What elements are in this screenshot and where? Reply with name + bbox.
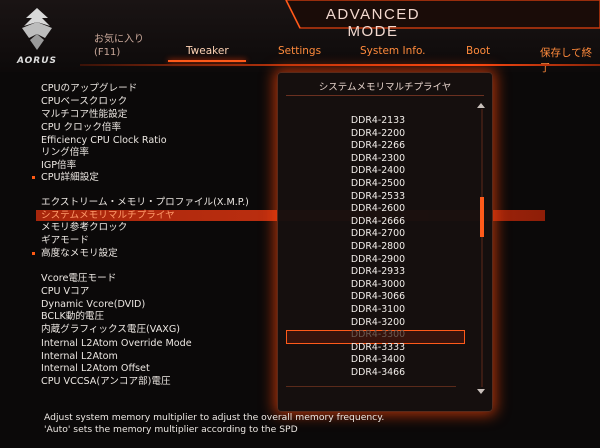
menu-item-cpu-upgrade[interactable]: CPUのアップグレード <box>41 82 137 95</box>
memory-option-item[interactable]: DDR4-3066 <box>278 291 478 303</box>
submenu-bullet-icon <box>32 252 35 255</box>
memory-option-item[interactable]: DDR4-2900 <box>278 254 478 266</box>
memory-option-item[interactable]: DDR4-2400 <box>278 165 478 177</box>
popup-title: システムメモリマルチプライヤ <box>318 82 452 93</box>
memory-option-item[interactable]: DDR4-2600 <box>278 203 478 215</box>
menu-item-memory-ref-clock[interactable]: メモリ参考クロック <box>41 221 127 234</box>
active-tab-indicator <box>168 60 246 62</box>
help-text: Adjust system memory multiplier to adjus… <box>44 412 384 436</box>
tab-system-info[interactable]: System Info. <box>360 45 426 57</box>
memory-option-item[interactable]: DDR4-3200 <box>278 317 478 329</box>
menu-item-cpu-vccsa-voltage[interactable]: CPU VCCSA(アンコア部)電圧 <box>41 375 171 388</box>
memory-option-item[interactable]: DDR4-3466 <box>278 367 478 379</box>
memory-option-item[interactable]: DDR4-2266 <box>278 140 478 152</box>
memory-option-item[interactable]: DDR4-2666 <box>278 216 478 228</box>
scrollbar-thumb[interactable] <box>480 197 484 237</box>
memory-option-item[interactable]: DDR4-3000 <box>278 279 478 291</box>
scroll-up-icon[interactable] <box>477 103 485 108</box>
help-line-1: Adjust system memory multiplier to adjus… <box>44 412 385 423</box>
menu-item-bclk-dynamic-voltage[interactable]: BCLK動的電圧 <box>41 310 104 323</box>
menu-item-gear-mode[interactable]: ギアモード <box>41 234 89 247</box>
memory-option-item[interactable]: DDR4-2933 <box>278 266 478 278</box>
menu-item-multicore-performance[interactable]: マルチコア性能設定 <box>41 108 127 121</box>
memory-multiplier-popup: システムメモリマルチプライヤ DDR4-2133 DDR4-2200 DDR4-22… <box>277 72 493 412</box>
menu-item-advanced-memory-settings[interactable]: 高度なメモリ設定 <box>41 247 118 260</box>
menu-item-cpu-advanced-settings[interactable]: CPU詳細設定 <box>41 171 99 184</box>
mode-title[interactable]: ADVANCED MODE <box>298 6 448 40</box>
tab-settings[interactable]: Settings <box>278 45 321 57</box>
memory-option-item[interactable]: DDR4-2300 <box>278 153 478 165</box>
memory-option-item[interactable]: DDR4-3400 <box>278 354 478 366</box>
menu-item-cpu-clock-ratio[interactable]: CPU クロック倍率 <box>41 121 121 134</box>
popup-footer-divider <box>286 386 456 387</box>
menu-item-vcore-voltage-mode[interactable]: Vcore電圧モード <box>41 272 116 285</box>
popup-divider <box>286 95 484 96</box>
menu-item-xmp[interactable]: エクストリーム・メモリ・プロファイル(X.M.P.) <box>41 196 249 209</box>
menu-item-cpu-vcore[interactable]: CPU Vコア <box>41 285 89 298</box>
memory-option-item[interactable]: DDR4-2500 <box>278 178 478 190</box>
menu-item-cpu-base-clock[interactable]: CPUベースクロック <box>41 95 127 108</box>
memory-option-item[interactable]: DDR4-3300 <box>278 329 478 341</box>
menu-item-l2atom-override-mode[interactable]: Internal L2Atom Override Mode <box>41 337 192 350</box>
memory-option-item[interactable]: DDR4-2700 <box>278 228 478 240</box>
memory-option-item[interactable]: DDR4-2133 <box>278 115 478 127</box>
menu-item-l2atom-offset[interactable]: Internal L2Atom Offset <box>41 362 150 375</box>
tab-boot[interactable]: Boot <box>466 45 490 57</box>
submenu-bullet-icon <box>32 176 35 179</box>
favorites-key: (F11) <box>94 47 121 58</box>
favorites-label: お気に入り <box>94 34 144 45</box>
menu-item-igpu-voltage[interactable]: 内蔵グラフィックス電圧(VAXG) <box>41 323 180 336</box>
help-line-2: 'Auto' sets the memory multiplier accord… <box>44 424 298 435</box>
tab-tweaker[interactable]: Tweaker <box>186 45 229 57</box>
nav-divider <box>80 64 600 66</box>
menu-item-ring-ratio[interactable]: リング倍率 <box>41 146 89 159</box>
memory-option-item[interactable]: DDR4-2200 <box>278 128 478 140</box>
memory-option-item[interactable]: DDR4-2533 <box>278 191 478 203</box>
aorus-logo-text: AORUS <box>16 56 58 66</box>
scrollbar-track[interactable] <box>481 109 483 387</box>
memory-option-item[interactable]: DDR4-3333 <box>278 342 478 354</box>
scroll-down-icon[interactable] <box>477 389 485 394</box>
memory-option-item[interactable]: DDR4-2800 <box>278 241 478 253</box>
favorites-tab[interactable]: お気に入り (F11) <box>94 33 144 59</box>
tab-save-exit[interactable]: 保存して終了 <box>540 45 600 75</box>
memory-option-item[interactable]: DDR4-3100 <box>278 304 478 316</box>
